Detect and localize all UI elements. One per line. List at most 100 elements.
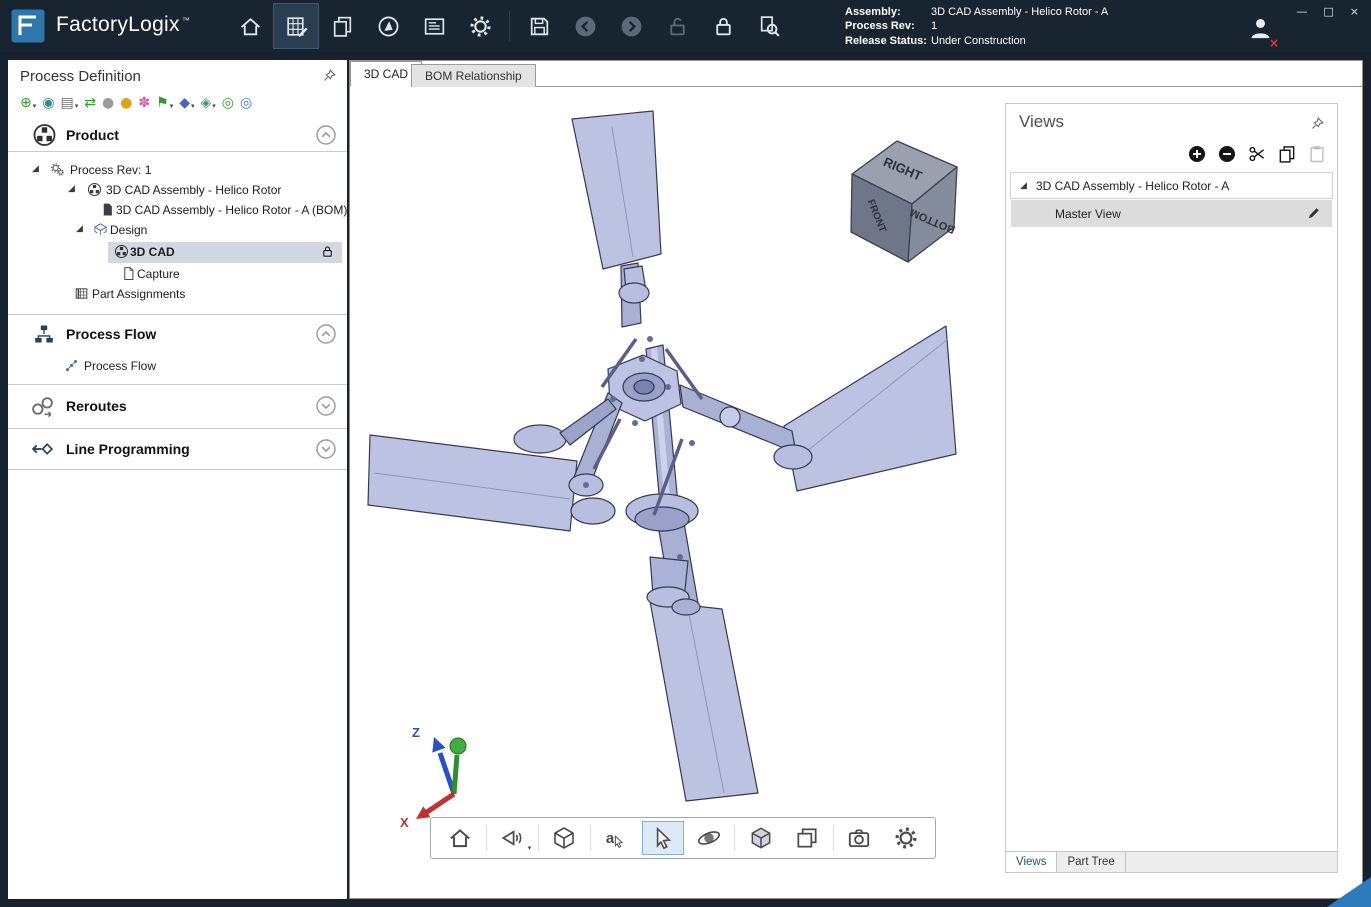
home-button[interactable] — [227, 3, 273, 49]
tree-item-part-assignments[interactable]: Part Assignments — [8, 284, 345, 305]
expander-icon[interactable]: ◢ — [1020, 181, 1027, 191]
viewports-button[interactable] — [786, 821, 828, 855]
section-process-flow-header[interactable]: Process Flow — [8, 314, 347, 352]
tree-item-3d-cad[interactable]: 3D CAD — [8, 242, 345, 263]
print-icon: ▤ — [60, 96, 73, 110]
copy-view-button[interactable] — [1277, 144, 1297, 164]
preview-button[interactable]: ◉ — [42, 96, 54, 110]
tree-item-assembly[interactable]: ◢ 3D CAD Assembly - Helico Rotor — [8, 180, 345, 201]
expand-chevron-down-icon[interactable] — [315, 438, 337, 460]
camera-icon — [846, 825, 872, 851]
process-definition-button[interactable] — [273, 3, 319, 49]
tree-item-design[interactable]: ◢ Design — [8, 220, 345, 241]
expander-icon[interactable]: ◢ — [68, 184, 75, 194]
status-green-button[interactable]: ◎ — [222, 96, 234, 110]
marker-button[interactable]: ✽ — [138, 96, 150, 110]
disconnect-user-button[interactable]: × — [1243, 15, 1279, 47]
lock-button[interactable] — [700, 3, 746, 49]
paste-view-button[interactable] — [1307, 144, 1327, 164]
isometric-view-button[interactable] — [543, 821, 585, 855]
flag-button[interactable]: ⚑▾ — [156, 96, 173, 110]
redo-forward-button[interactable] — [608, 3, 654, 49]
tab-views[interactable]: Views — [1006, 852, 1057, 872]
tools-button[interactable]: ◈▾ — [201, 96, 216, 110]
expander-icon[interactable]: ◢ — [76, 224, 83, 234]
tab-part-tree[interactable]: Part Tree — [1057, 852, 1125, 872]
release-status-label: Release Status: — [845, 34, 931, 48]
snapshot-button[interactable] — [838, 821, 880, 855]
tree-item-label: Process Flow — [84, 359, 156, 373]
view-home-button[interactable] — [439, 821, 481, 855]
sync-button[interactable]: ⇄ — [84, 96, 96, 110]
cube-outline-icon — [551, 825, 577, 851]
views-tree-master-view[interactable]: Master View — [1011, 200, 1332, 227]
tree-item-process-flow[interactable]: Process Flow — [8, 356, 345, 377]
brand-text: FactoryLogix — [56, 13, 180, 36]
remove-view-button[interactable] — [1217, 144, 1237, 164]
select-label-button[interactable]: a — [595, 821, 637, 855]
forward-circle-icon — [619, 14, 644, 39]
process-rev-value: 1 — [931, 20, 937, 32]
orbit-icon — [696, 825, 722, 851]
add-view-button[interactable] — [1187, 144, 1207, 164]
tree-item-bom[interactable]: 3D CAD Assembly - Helico Rotor - A (BOM) — [8, 200, 345, 221]
navigator-button[interactable] — [365, 3, 411, 49]
home-icon — [447, 825, 473, 851]
documents-icon — [330, 14, 355, 39]
reports-button[interactable] — [411, 3, 457, 49]
section-label: Line Programming — [66, 441, 190, 457]
line-programming-icon — [30, 437, 55, 462]
preview-icon: ◉ — [42, 96, 54, 110]
resource-button[interactable]: ● — [102, 96, 114, 110]
status-blue-button[interactable]: ◎ — [240, 96, 252, 110]
select-pointer-button[interactable] — [642, 821, 684, 855]
viewer-settings-button[interactable] — [885, 821, 927, 855]
tab-bom-relationship[interactable]: BOM Relationship — [411, 64, 536, 87]
undo-back-button[interactable] — [562, 3, 608, 49]
section-reroutes-header[interactable]: Reroutes — [8, 384, 347, 426]
section-label: Product — [66, 127, 119, 143]
app-window: FactoryLogix™ Assembly:3D CAD Assembly -… — [0, 0, 1371, 907]
maximize-button[interactable]: □ — [1323, 5, 1333, 18]
view-cone-icon — [499, 825, 525, 851]
settings-button[interactable] — [457, 3, 503, 49]
layers-icon — [794, 825, 820, 851]
route-button[interactable]: ◆▾ — [179, 96, 194, 110]
views-tree-root[interactable]: ◢ 3D CAD Assembly - Helico Rotor - A — [1010, 172, 1333, 199]
edit-pencil-icon[interactable] — [1306, 205, 1322, 221]
caret-down-icon: ▾ — [33, 103, 37, 110]
cursor-icon — [611, 834, 626, 849]
cut-view-button[interactable] — [1247, 144, 1267, 164]
print-button[interactable]: ▤▾ — [60, 96, 78, 110]
highlight-button[interactable]: ● — [120, 96, 132, 110]
window-controls: — □ × — [1296, 5, 1359, 18]
bom-document-icon — [100, 202, 115, 217]
section-product-header[interactable]: Product — [8, 118, 347, 152]
compass-icon — [376, 14, 401, 39]
release-search-button[interactable] — [746, 3, 792, 49]
flow-nodes-icon — [64, 358, 79, 373]
section-line-programming-header[interactable]: Line Programming — [8, 428, 347, 470]
expander-icon[interactable]: ◢ — [32, 164, 39, 174]
tree-item-process-rev[interactable]: ◢ Process Rev: 1 — [8, 160, 345, 181]
shaded-view-button[interactable] — [740, 821, 782, 855]
collapse-chevron-up-icon[interactable] — [315, 323, 337, 345]
tree-item-capture[interactable]: Capture — [8, 264, 345, 285]
close-button[interactable]: × — [1350, 5, 1359, 18]
save-button[interactable] — [516, 3, 562, 49]
unlock-button[interactable] — [654, 3, 700, 49]
documents-button[interactable] — [319, 3, 365, 49]
add-icon: ⊕ — [20, 96, 32, 110]
minimize-button[interactable]: — — [1296, 5, 1307, 18]
cad-cube-icon — [114, 244, 129, 259]
orientation-cube[interactable]: RIGHT BOTTOM FRONT — [851, 141, 957, 262]
collapse-chevron-up-icon[interactable] — [315, 124, 337, 146]
view-orientation-button[interactable]: ▾ — [491, 821, 533, 855]
orbit-rotate-button[interactable] — [688, 821, 730, 855]
grid-book-icon — [74, 286, 89, 301]
add-button[interactable]: ⊕▾ — [20, 96, 36, 110]
pin-icon[interactable] — [322, 68, 337, 83]
caret-down-icon: ▾ — [212, 103, 216, 110]
expand-chevron-down-icon[interactable] — [315, 395, 337, 417]
pin-icon[interactable] — [1310, 116, 1325, 131]
